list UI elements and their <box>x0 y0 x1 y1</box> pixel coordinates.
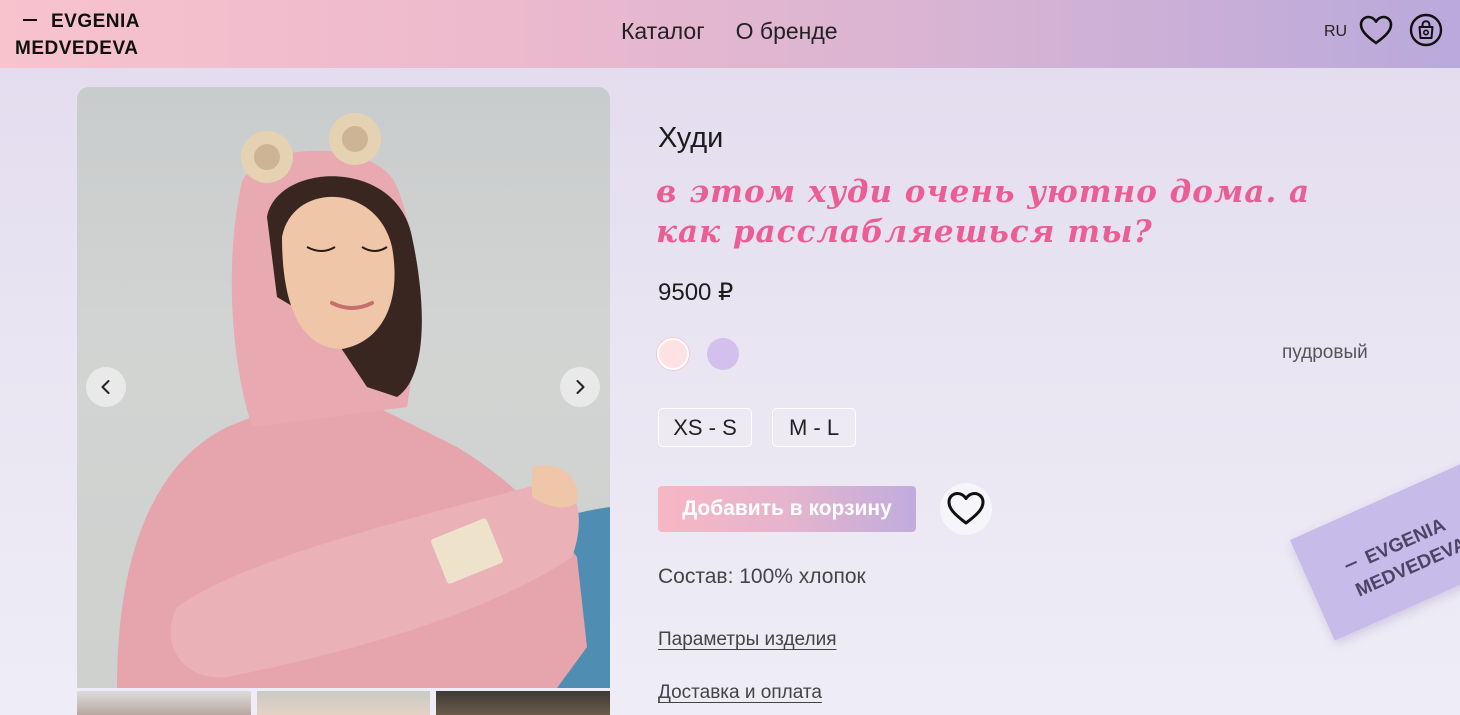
gallery-thumbnails <box>77 691 611 715</box>
product-price: 9500 ₽ <box>658 279 734 306</box>
favorites-heart-icon[interactable] <box>1359 14 1393 48</box>
tag-dash <box>1345 560 1358 568</box>
heart-icon <box>947 492 985 525</box>
product-title: Худи <box>658 122 724 154</box>
color-swatch-powder[interactable] <box>657 338 689 370</box>
product-gallery <box>77 87 610 688</box>
gallery-prev-button[interactable] <box>86 367 126 407</box>
color-swatch-lavender[interactable] <box>707 338 739 370</box>
gallery-next-button[interactable] <box>560 367 600 407</box>
delivery-payment-link[interactable]: Доставка и оплата <box>658 682 822 704</box>
size-option-m-l[interactable]: M - L <box>772 408 856 447</box>
brand-logo[interactable]: EVGENIA MEDVEDEVA <box>15 8 140 62</box>
nav-about-brand[interactable]: О бренде <box>736 18 838 45</box>
product-params-link[interactable]: Параметры изделия <box>658 629 836 651</box>
product-composition: Состав: 100% хлопок <box>658 565 866 588</box>
add-to-cart-button[interactable]: Добавить в корзину <box>658 486 916 532</box>
product-photo <box>77 87 610 688</box>
size-option-xs-s[interactable]: XS - S <box>658 408 752 447</box>
main-nav: Каталог О бренде <box>621 18 838 45</box>
chevron-right-icon <box>576 380 585 394</box>
logo-line-2: MEDVEDEVA <box>15 38 139 59</box>
logo-dash <box>23 18 37 21</box>
product-tagline: в этом худи очень уютно дома. а как расс… <box>656 174 1311 250</box>
thumbnail-3[interactable] <box>436 691 611 715</box>
thumbnail-2[interactable] <box>256 691 431 715</box>
logo-line-1: EVGENIA <box>51 11 141 32</box>
nav-catalog[interactable]: Каталог <box>621 18 705 45</box>
thumbnail-1[interactable] <box>77 691 251 715</box>
selected-color-name: пудровый <box>1282 342 1368 363</box>
language-switch[interactable]: RU <box>1324 23 1347 41</box>
chevron-left-icon <box>101 380 110 394</box>
cart-bag-icon[interactable] <box>1409 13 1443 47</box>
add-to-favorites-button[interactable] <box>940 483 992 535</box>
site-header: EVGENIA MEDVEDEVA Каталог О бренде RU <box>0 0 1460 68</box>
decorative-brand-tag: EVGENIA MEDVEDEVA <box>1290 434 1460 641</box>
